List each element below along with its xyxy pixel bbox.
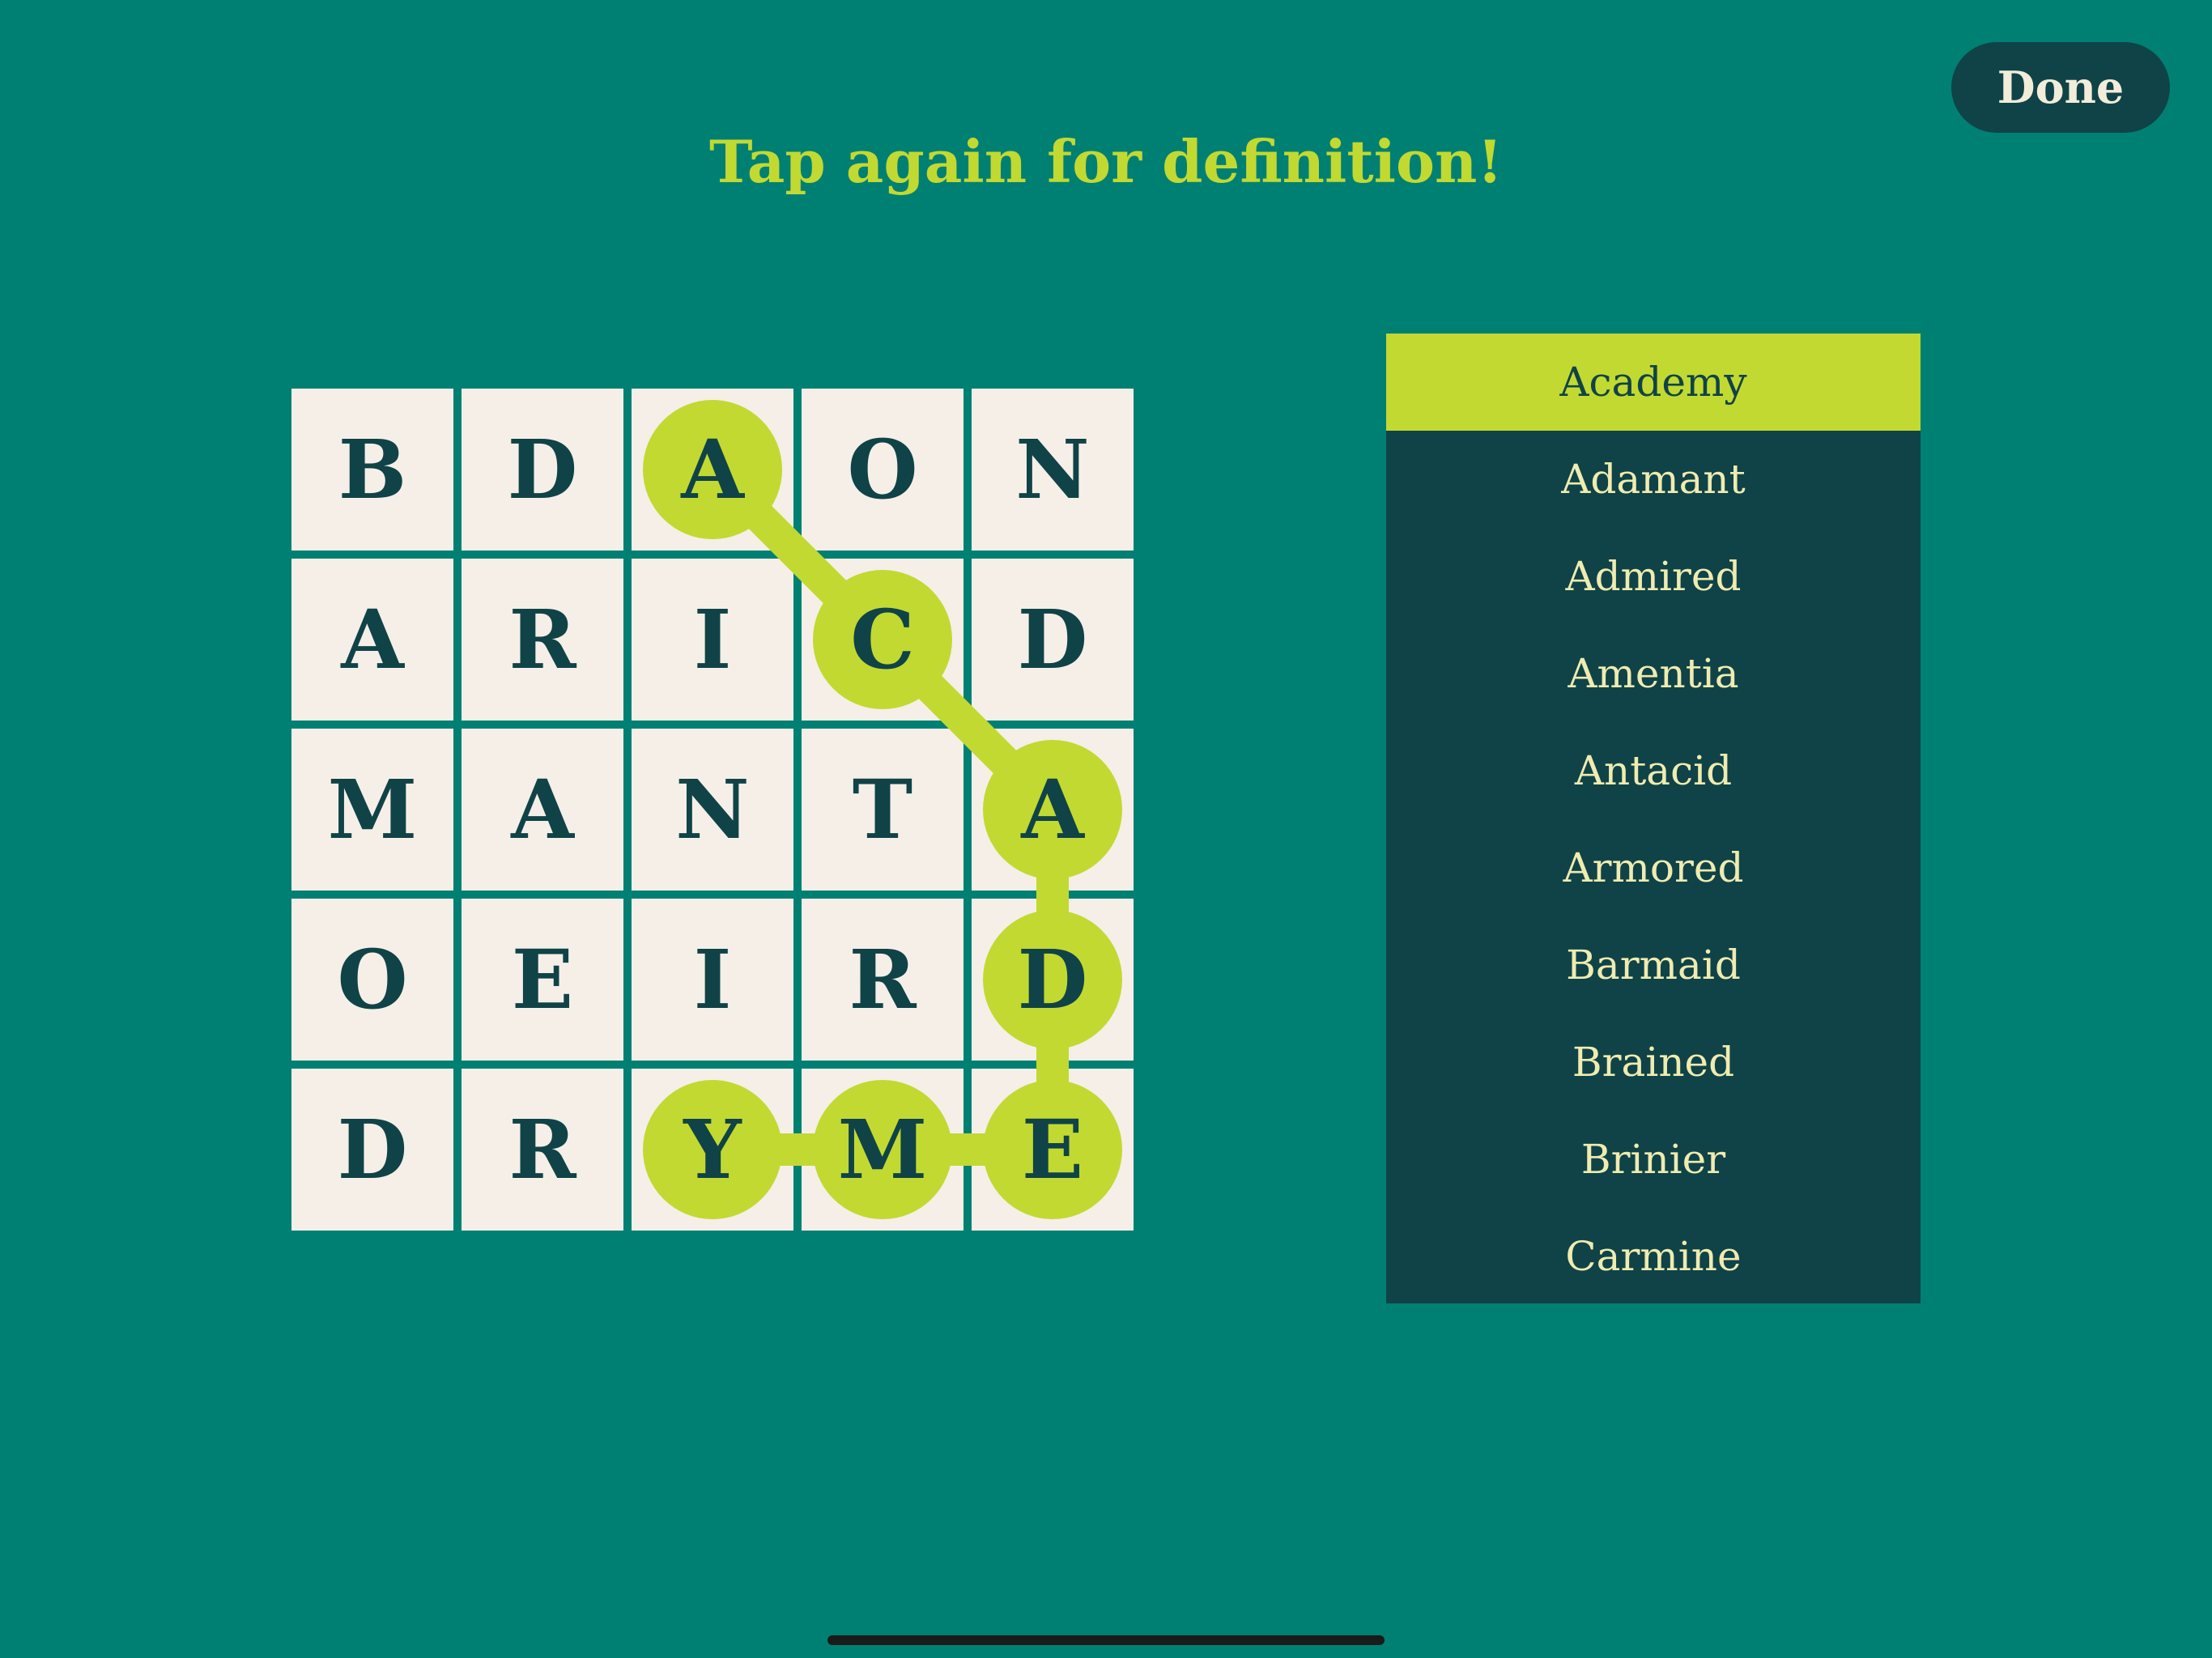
grid-tile[interactable] (972, 1069, 1134, 1231)
grid-tile[interactable] (291, 559, 453, 721)
word-list-item[interactable]: Barmaid (1386, 916, 1921, 1014)
word-list-item[interactable]: Armored (1386, 819, 1921, 916)
word-list-item[interactable]: Academy (1386, 334, 1921, 431)
letter-grid: BDAONARICDMANTAOEIRDDRYME (291, 389, 1134, 1231)
found-words-list[interactable]: Academy Adamant Admired Amentia Antacid Armor… (1386, 334, 1921, 1303)
grid-tile[interactable] (972, 559, 1134, 721)
grid-tile[interactable] (802, 899, 963, 1061)
word-list-item[interactable]: Admired (1386, 528, 1921, 625)
grid-tile[interactable] (632, 729, 793, 891)
grid-tile[interactable] (632, 559, 793, 721)
grid-tile[interactable] (291, 1069, 453, 1231)
grid-tile[interactable] (972, 899, 1134, 1061)
grid-tile[interactable] (802, 729, 963, 891)
grid-tile[interactable] (972, 729, 1134, 891)
word-list-item[interactable]: Carmine (1386, 1208, 1921, 1305)
word-list-item[interactable]: Brinier (1386, 1111, 1921, 1208)
grid-tile[interactable] (462, 389, 623, 551)
word-list-item[interactable]: Brained (1386, 1014, 1921, 1111)
home-indicator (827, 1635, 1385, 1645)
grid-tile[interactable] (632, 1069, 793, 1231)
grid-tile[interactable] (802, 389, 963, 551)
grid-tile[interactable] (632, 389, 793, 551)
grid-tile[interactable] (802, 1069, 963, 1231)
grid-tile[interactable] (802, 559, 963, 721)
grid-tile[interactable] (291, 729, 453, 891)
word-list-item[interactable]: Amentia (1386, 625, 1921, 722)
grid-tile[interactable] (462, 559, 623, 721)
instruction-text: Tap again for definition! (709, 127, 1503, 196)
grid-tile[interactable] (291, 389, 453, 551)
grid-tile[interactable] (632, 899, 793, 1061)
grid-tile[interactable] (291, 899, 453, 1061)
grid-tile[interactable] (972, 389, 1134, 551)
grid-tile[interactable] (462, 729, 623, 891)
word-list-item[interactable]: Antacid (1386, 722, 1921, 819)
done-button[interactable]: Done (1951, 42, 2170, 133)
grid-tile[interactable] (462, 899, 623, 1061)
grid-tile[interactable] (462, 1069, 623, 1231)
word-list-item[interactable]: Adamant (1386, 431, 1921, 528)
